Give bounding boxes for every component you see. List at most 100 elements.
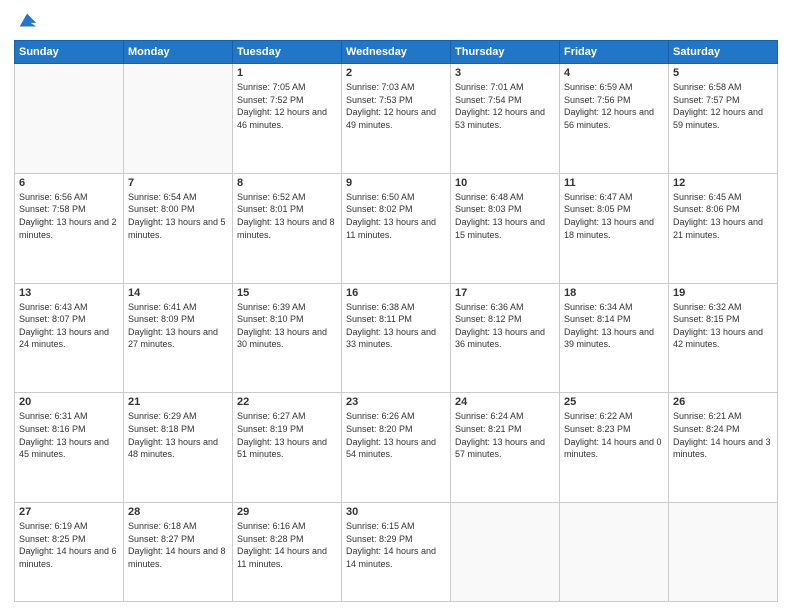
calendar-cell: 22 Sunrise: 6:27 AM Sunset: 8:19 PM Dayli…: [233, 393, 342, 503]
day-number: 20: [19, 396, 119, 408]
day-info: Sunrise: 6:48 AM Sunset: 8:03 PM Dayligh…: [455, 191, 555, 241]
weekday-header: Wednesday: [342, 41, 451, 64]
calendar-cell: 29 Sunrise: 6:16 AM Sunset: 8:28 PM Dayli…: [233, 503, 342, 602]
day-number: 21: [128, 396, 228, 408]
calendar-cell: 8 Sunrise: 6:52 AM Sunset: 8:01 PM Daylig…: [233, 173, 342, 283]
day-info: Sunrise: 7:05 AM Sunset: 7:52 PM Dayligh…: [237, 81, 337, 131]
day-info: Sunrise: 7:03 AM Sunset: 7:53 PM Dayligh…: [346, 81, 446, 131]
day-number: 9: [346, 177, 446, 189]
day-info: Sunrise: 6:41 AM Sunset: 8:09 PM Dayligh…: [128, 301, 228, 351]
calendar-cell: 28Sunrise: 6:18 AM Sunset: 8:27 PM Dayli…: [124, 503, 233, 602]
calendar-cell: 10 Sunrise: 6:48 AM Sunset: 8:03 PM Dayli…: [451, 173, 560, 283]
day-number: 24: [455, 396, 555, 408]
day-number: 6: [19, 177, 119, 189]
calendar-cell: 18Sunrise: 6:34 AM Sunset: 8:14 PM Dayli…: [560, 283, 669, 393]
day-info: Sunrise: 6:43 AM Sunset: 8:07 PM Dayligh…: [19, 301, 119, 351]
calendar-cell: 26 Sunrise: 6:21 AM Sunset: 8:24 PM Dayli…: [669, 393, 778, 503]
calendar-cell: [124, 64, 233, 174]
calendar-table: SundayMondayTuesdayWednesdayThursdayFrid…: [14, 40, 778, 602]
calendar-cell: 4 Sunrise: 6:59 AM Sunset: 7:56 PM Daylig…: [560, 64, 669, 174]
day-info: Sunrise: 7:01 AM Sunset: 7:54 PM Dayligh…: [455, 81, 555, 131]
day-number: 22: [237, 396, 337, 408]
logo: [14, 10, 38, 32]
calendar-cell: 1Sunrise: 7:05 AM Sunset: 7:52 PM Daylig…: [233, 64, 342, 174]
day-info: Sunrise: 6:58 AM Sunset: 7:57 PM Dayligh…: [673, 81, 773, 131]
calendar-cell: 7 Sunrise: 6:54 AM Sunset: 8:00 PM Daylig…: [124, 173, 233, 283]
calendar-cell: 14 Sunrise: 6:41 AM Sunset: 8:09 PM Dayli…: [124, 283, 233, 393]
day-number: 4: [564, 67, 664, 79]
calendar-cell: 20 Sunrise: 6:31 AM Sunset: 8:16 PM Dayli…: [15, 393, 124, 503]
day-info: Sunrise: 6:24 AM Sunset: 8:21 PM Dayligh…: [455, 410, 555, 460]
day-number: 28: [128, 506, 228, 518]
calendar-header-row: SundayMondayTuesdayWednesdayThursdayFrid…: [15, 41, 778, 64]
day-number: 3: [455, 67, 555, 79]
calendar-cell: [669, 503, 778, 602]
calendar-week-row: 27 Sunrise: 6:19 AM Sunset: 8:25 PM Dayli…: [15, 503, 778, 602]
day-info: Sunrise: 6:39 AM Sunset: 8:10 PM Dayligh…: [237, 301, 337, 351]
calendar-cell: 15 Sunrise: 6:39 AM Sunset: 8:10 PM Dayli…: [233, 283, 342, 393]
calendar-cell: 2 Sunrise: 7:03 AM Sunset: 7:53 PM Daylig…: [342, 64, 451, 174]
day-number: 17: [455, 287, 555, 299]
day-number: 27: [19, 506, 119, 518]
calendar-cell: 30 Sunrise: 6:15 AM Sunset: 8:29 PM Dayli…: [342, 503, 451, 602]
day-info: Sunrise: 6:54 AM Sunset: 8:00 PM Dayligh…: [128, 191, 228, 241]
weekday-header: Saturday: [669, 41, 778, 64]
day-info: Sunrise: 6:52 AM Sunset: 8:01 PM Dayligh…: [237, 191, 337, 241]
calendar-cell: 23Sunrise: 6:26 AM Sunset: 8:20 PM Dayli…: [342, 393, 451, 503]
day-info: Sunrise: 6:15 AM Sunset: 8:29 PM Dayligh…: [346, 520, 446, 570]
logo-icon: [16, 10, 38, 32]
calendar-cell: [560, 503, 669, 602]
day-number: 8: [237, 177, 337, 189]
day-number: 7: [128, 177, 228, 189]
day-number: 10: [455, 177, 555, 189]
day-number: 26: [673, 396, 773, 408]
calendar-cell: 6 Sunrise: 6:56 AM Sunset: 7:58 PM Daylig…: [15, 173, 124, 283]
day-number: 14: [128, 287, 228, 299]
day-info: Sunrise: 6:56 AM Sunset: 7:58 PM Dayligh…: [19, 191, 119, 241]
day-info: Sunrise: 6:22 AM Sunset: 8:23 PM Dayligh…: [564, 410, 664, 460]
calendar-cell: 12Sunrise: 6:45 AM Sunset: 8:06 PM Dayli…: [669, 173, 778, 283]
day-info: Sunrise: 6:59 AM Sunset: 7:56 PM Dayligh…: [564, 81, 664, 131]
day-info: Sunrise: 6:21 AM Sunset: 8:24 PM Dayligh…: [673, 410, 773, 460]
calendar-cell: 13 Sunrise: 6:43 AM Sunset: 8:07 PM Dayli…: [15, 283, 124, 393]
day-number: 25: [564, 396, 664, 408]
day-info: Sunrise: 6:26 AM Sunset: 8:20 PM Dayligh…: [346, 410, 446, 460]
weekday-header: Tuesday: [233, 41, 342, 64]
header: [14, 10, 778, 32]
day-number: 2: [346, 67, 446, 79]
day-number: 29: [237, 506, 337, 518]
day-info: Sunrise: 6:38 AM Sunset: 8:11 PM Dayligh…: [346, 301, 446, 351]
weekday-header: Sunday: [15, 41, 124, 64]
weekday-header: Monday: [124, 41, 233, 64]
day-number: 13: [19, 287, 119, 299]
day-info: Sunrise: 6:47 AM Sunset: 8:05 PM Dayligh…: [564, 191, 664, 241]
day-info: Sunrise: 6:31 AM Sunset: 8:16 PM Dayligh…: [19, 410, 119, 460]
day-info: Sunrise: 6:27 AM Sunset: 8:19 PM Dayligh…: [237, 410, 337, 460]
day-info: Sunrise: 6:36 AM Sunset: 8:12 PM Dayligh…: [455, 301, 555, 351]
calendar-cell: 24 Sunrise: 6:24 AM Sunset: 8:21 PM Dayli…: [451, 393, 560, 503]
day-info: Sunrise: 6:29 AM Sunset: 8:18 PM Dayligh…: [128, 410, 228, 460]
page: SundayMondayTuesdayWednesdayThursdayFrid…: [0, 0, 792, 612]
calendar-cell: [15, 64, 124, 174]
calendar-cell: [451, 503, 560, 602]
day-info: Sunrise: 6:19 AM Sunset: 8:25 PM Dayligh…: [19, 520, 119, 570]
day-number: 11: [564, 177, 664, 189]
calendar-cell: 21 Sunrise: 6:29 AM Sunset: 8:18 PM Dayli…: [124, 393, 233, 503]
day-info: Sunrise: 6:32 AM Sunset: 8:15 PM Dayligh…: [673, 301, 773, 351]
day-info: Sunrise: 6:16 AM Sunset: 8:28 PM Dayligh…: [237, 520, 337, 570]
calendar-week-row: 13 Sunrise: 6:43 AM Sunset: 8:07 PM Dayli…: [15, 283, 778, 393]
calendar-cell: 19 Sunrise: 6:32 AM Sunset: 8:15 PM Dayli…: [669, 283, 778, 393]
day-number: 16: [346, 287, 446, 299]
day-number: 30: [346, 506, 446, 518]
calendar-cell: 5 Sunrise: 6:58 AM Sunset: 7:57 PM Daylig…: [669, 64, 778, 174]
day-number: 5: [673, 67, 773, 79]
calendar-week-row: 1Sunrise: 7:05 AM Sunset: 7:52 PM Daylig…: [15, 64, 778, 174]
calendar-cell: 3 Sunrise: 7:01 AM Sunset: 7:54 PM Daylig…: [451, 64, 560, 174]
day-info: Sunrise: 6:45 AM Sunset: 8:06 PM Dayligh…: [673, 191, 773, 241]
calendar-cell: 11 Sunrise: 6:47 AM Sunset: 8:05 PM Dayli…: [560, 173, 669, 283]
calendar-week-row: 6 Sunrise: 6:56 AM Sunset: 7:58 PM Daylig…: [15, 173, 778, 283]
weekday-header: Friday: [560, 41, 669, 64]
day-number: 15: [237, 287, 337, 299]
calendar-week-row: 20 Sunrise: 6:31 AM Sunset: 8:16 PM Dayli…: [15, 393, 778, 503]
day-number: 19: [673, 287, 773, 299]
